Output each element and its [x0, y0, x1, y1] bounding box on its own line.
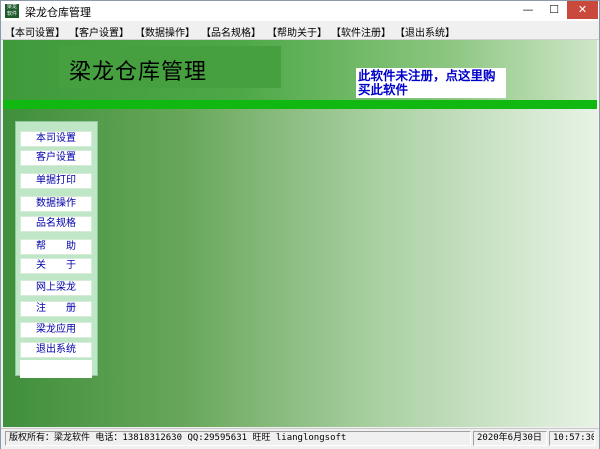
- close-button[interactable]: ✕: [567, 1, 598, 19]
- menu-customer-settings[interactable]: 【客户设置】: [69, 24, 129, 39]
- main-area: 梁龙仓库管理 此软件未注册，点这里购买此软件 本司设置 客户设置 单据打印 数据…: [3, 40, 597, 427]
- menu-help-about[interactable]: 【帮助关于】: [267, 24, 327, 39]
- menu-bar: 【本司设置】 【客户设置】 【数据操作】 【品名规格】 【帮助关于】 【软件注册…: [1, 21, 599, 40]
- status-copyright: 版权所有：梁龙软件 电话：13818312630 QQ:29595631 旺旺 …: [5, 431, 471, 446]
- sidebar-item-print-documents[interactable]: 单据打印: [20, 173, 92, 189]
- menu-data-operations[interactable]: 【数据操作】: [135, 24, 195, 39]
- sidebar-item-register[interactable]: 注 册: [20, 301, 92, 317]
- status-date: 2020年6月30日: [473, 431, 547, 446]
- sidebar-blank-panel: [20, 360, 92, 378]
- status-bar: 版权所有：梁龙软件 电话：13818312630 QQ:29595631 旺旺 …: [1, 428, 599, 449]
- menu-exit-system[interactable]: 【退出系统】: [395, 24, 455, 39]
- window-title: 梁龙仓库管理: [25, 6, 91, 19]
- sidebar-item-online[interactable]: 网上梁龙: [20, 280, 92, 296]
- header-divider: [3, 100, 597, 109]
- maximize-button[interactable]: ☐: [541, 1, 567, 19]
- sidebar-item-apps[interactable]: 梁龙应用: [20, 322, 92, 338]
- sidebar-item-help[interactable]: 帮 助: [20, 239, 92, 255]
- sidebar-item-exit[interactable]: 退出系统: [20, 342, 92, 358]
- sidebar-item-data-operations[interactable]: 数据操作: [20, 196, 92, 212]
- registration-notice-link[interactable]: 此软件未注册，点这里购买此软件: [356, 68, 506, 98]
- title-bar[interactable]: 梁龙软件 梁龙仓库管理 — ☐ ✕: [1, 1, 599, 21]
- sidebar: 本司设置 客户设置 单据打印 数据操作 品名规格 帮 助 关 于 网上梁龙 注 …: [15, 121, 98, 378]
- status-time: 10:57:30: [549, 431, 595, 446]
- menu-company-settings[interactable]: 【本司设置】: [5, 24, 65, 39]
- menu-software-register[interactable]: 【软件注册】: [331, 24, 391, 39]
- sidebar-item-customer-settings[interactable]: 客户设置: [20, 150, 92, 166]
- sidebar-item-company-settings[interactable]: 本司设置: [20, 131, 92, 147]
- sidebar-item-product-specs[interactable]: 品名规格: [20, 216, 92, 232]
- menu-product-specs[interactable]: 【品名规格】: [201, 24, 261, 39]
- app-window: 梁龙软件 梁龙仓库管理 — ☐ ✕ 【本司设置】 【客户设置】 【数据操作】 【…: [0, 0, 600, 449]
- sidebar-item-about[interactable]: 关 于: [20, 258, 92, 274]
- app-logo-icon: 梁龙软件: [5, 4, 19, 18]
- brand-title: 梁龙仓库管理: [69, 60, 208, 85]
- minimize-button[interactable]: —: [515, 1, 541, 19]
